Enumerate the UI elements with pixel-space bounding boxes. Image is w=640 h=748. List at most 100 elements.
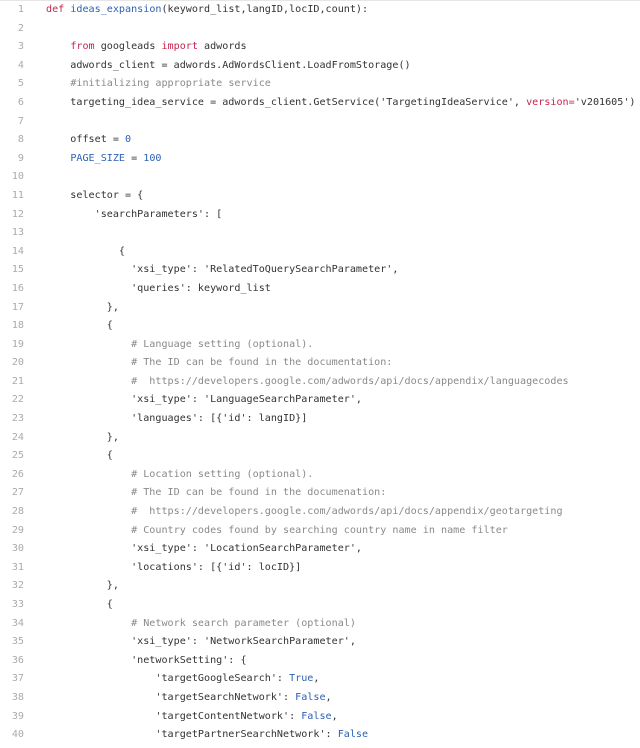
code-token: }, xyxy=(46,580,119,592)
line-source: 'queries': keyword_list xyxy=(46,280,271,299)
code-line: 28 # https://developers.google.com/adwor… xyxy=(0,503,640,522)
line-source: 'xsi_type': 'LocationSearchParameter', xyxy=(46,540,362,559)
line-number: 33 xyxy=(11,599,24,610)
line-number: 20 xyxy=(11,357,24,369)
keyword-token: import xyxy=(161,41,198,53)
line-number: 7 xyxy=(17,115,24,127)
code-token: targeting_idea_service = adwords_client.… xyxy=(46,96,527,108)
comment-token: # Location setting (optional). xyxy=(131,468,314,480)
code-line: 13 xyxy=(0,224,640,243)
code-line: 35 'xsi_type': 'NetworkSearchParameter', xyxy=(0,633,640,652)
code-token: 'v201605') xyxy=(574,96,636,108)
code-token: 'xsi_type': 'RelatedToQuerySearchParamet… xyxy=(46,264,399,276)
line-source: adwords_client = adwords.AdWordsClient.L… xyxy=(46,57,410,76)
literal-token: False xyxy=(301,710,332,722)
code-token: 'searchParameters': [ xyxy=(46,208,223,220)
code-line: 37 'targetGoogleSearch': True, xyxy=(0,670,640,689)
line-number: 5 xyxy=(17,78,24,90)
code-token: { xyxy=(46,245,126,257)
line-number: 27 xyxy=(11,487,24,499)
line-number: 25 xyxy=(11,450,24,462)
code-line: 18 { xyxy=(0,317,640,336)
line-number: 14 xyxy=(11,245,24,257)
line-number: 26 xyxy=(11,468,24,480)
line-source: }, xyxy=(46,299,119,318)
line-source: 'xsi_type': 'NetworkSearchParameter', xyxy=(46,633,356,652)
line-number: 31 xyxy=(11,561,24,573)
line-number: 23 xyxy=(11,413,24,425)
code-line: 34 # Network search parameter (optional) xyxy=(0,615,640,634)
code-viewer: 1 def ideas_expansion(keyword_list,langID… xyxy=(0,1,640,745)
line-source: 'targetContentNetwork': False, xyxy=(46,708,337,727)
line-number: 15 xyxy=(11,264,24,276)
comment-token: # https://developers.google.com/adwords/… xyxy=(131,375,569,387)
line-source: # https://developers.google.com/adwords/… xyxy=(46,503,562,522)
line-source: { xyxy=(46,447,113,466)
line-source: 'searchParameters': [ xyxy=(46,206,223,225)
line-source: selector = { xyxy=(46,187,143,206)
comment-token: # Network search parameter (optional) xyxy=(131,617,356,629)
code-line: 24 }, xyxy=(0,429,640,448)
code-line: 11 selector = { xyxy=(0,187,640,206)
code-line: 38 'targetSearchNetwork': False, xyxy=(0,689,640,708)
code-line: 3 from googleads import adwords xyxy=(0,38,640,57)
line-source: 'languages': [{'id': langID}] xyxy=(46,410,307,429)
line-number: 1 xyxy=(17,4,24,15)
code-token: , xyxy=(313,673,320,685)
code-line: 1 def ideas_expansion(keyword_list,langID… xyxy=(0,1,640,20)
line-source: { xyxy=(46,596,113,615)
code-line: 5 #initializing appropriate service xyxy=(0,75,640,94)
code-line: 29 # Country codes found by searching co… xyxy=(0,522,640,541)
code-line: 40 'targetPartnerSearchNetwork': False xyxy=(0,726,640,745)
line-number: 16 xyxy=(11,282,24,294)
code-token: selector = { xyxy=(46,189,144,201)
code-line: 32 }, xyxy=(0,577,640,596)
line-number: 18 xyxy=(11,320,24,332)
line-number: 4 xyxy=(17,59,24,71)
code-line: 23 'languages': [{'id': langID}] xyxy=(0,410,640,429)
code-token: { xyxy=(46,320,113,332)
line-source: targeting_idea_service = adwords_client.… xyxy=(46,94,636,113)
line-number: 8 xyxy=(17,134,24,146)
literal-token: False xyxy=(337,729,369,741)
comment-token: # Country codes found by searching count… xyxy=(131,524,508,536)
code-token: (keyword_list,langID,locID,count): xyxy=(161,4,369,15)
literal-token: PAGE_SIZE xyxy=(70,152,126,164)
line-number: 38 xyxy=(11,691,24,703)
line-number: 21 xyxy=(11,375,24,387)
line-number: 11 xyxy=(11,189,24,201)
line-number: 36 xyxy=(11,654,24,666)
line-source: { xyxy=(46,317,113,336)
code-token: 'targetContentNetwork': xyxy=(46,710,302,722)
line-number: 6 xyxy=(17,96,24,108)
line-number: 10 xyxy=(11,171,24,183)
code-line: 36 'networkSetting': { xyxy=(0,652,640,671)
code-line: 14 { xyxy=(0,243,640,262)
code-line: 8 offset = 0 xyxy=(0,131,640,150)
literal-token: True xyxy=(289,673,314,685)
code-token: = xyxy=(125,152,144,164)
line-number: 19 xyxy=(11,338,24,350)
line-number: 17 xyxy=(11,301,24,313)
line-number: 9 xyxy=(17,152,24,164)
code-token: 'languages': [{'id': langID}] xyxy=(46,413,308,425)
line-source: }, xyxy=(46,577,119,596)
line-number: 32 xyxy=(11,580,24,592)
code-line: 10 xyxy=(0,168,640,187)
line-source: { xyxy=(46,243,125,262)
code-token: , xyxy=(325,691,332,703)
code-line: 33 { xyxy=(0,596,640,615)
code-line: 12 'searchParameters': [ xyxy=(0,206,640,225)
code-line: 17 }, xyxy=(0,299,640,318)
code-line: 30 'xsi_type': 'LocationSearchParameter'… xyxy=(0,540,640,559)
code-token: 'targetGoogleSearch': xyxy=(46,673,290,685)
line-source: offset = 0 xyxy=(46,131,131,150)
literal-token: 100 xyxy=(143,152,162,164)
